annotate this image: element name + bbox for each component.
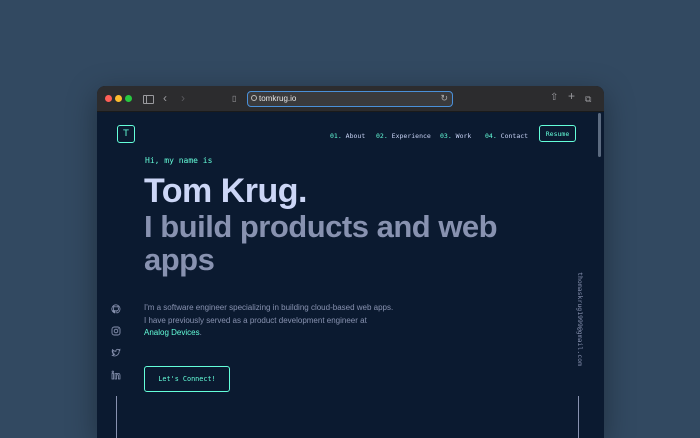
reader-icon[interactable]: ▯ [232,92,236,106]
analog-devices-link[interactable]: Analog Devices [144,328,200,337]
url-text: tomkrug.io [259,94,297,103]
nav-label: Contact [500,132,529,140]
nav-number: 04. [485,132,497,140]
bio-line: I have previously served as a product de… [144,315,367,325]
resume-button[interactable]: Resume [539,125,576,142]
share-icon[interactable]: ⇧ [550,91,558,105]
back-icon[interactable]: ‹ [163,91,167,105]
hero-name: Tom Krug. [144,172,307,210]
bio-line: Analog Devices. [144,327,464,340]
nav-number: 02. [376,132,388,140]
twitter-icon[interactable] [111,348,121,358]
address-bar[interactable]: tomkrug.io ↻ [247,91,453,107]
forward-icon[interactable]: › [181,91,185,105]
minimize-window-button[interactable] [115,95,122,102]
nav-about[interactable]: 01. About [330,132,365,140]
reload-icon[interactable]: ↻ [440,92,448,105]
email-link[interactable]: thomaskrug1999@gmail.com [574,272,584,366]
nav-number: 01. [330,132,342,140]
nav-experience[interactable]: 02. Experience [376,132,431,140]
zoom-window-button[interactable] [125,95,132,102]
github-icon[interactable] [111,304,121,314]
instagram-icon[interactable] [111,326,121,336]
nav-label: About [345,132,366,140]
page-scrollbar[interactable] [598,113,601,157]
nav-contact[interactable]: 04. Contact [485,132,528,140]
tab-overview-icon[interactable]: ⧉ [585,92,591,106]
site-logo[interactable]: T [117,125,135,143]
bio-period: . [199,328,202,337]
browser-window: ‹ › ▯ tomkrug.io ↻ ⇧ + ⧉ T 01. About 02.… [97,86,604,438]
web-page: T 01. About 02. Experience 03. Work 04. … [97,112,604,438]
bio-line: I'm a software engineer specializing in … [144,303,394,312]
hero-greeting: Hi, my name is [145,156,213,165]
social-divider-line [116,396,117,438]
new-tab-icon[interactable]: + [568,89,575,103]
lets-connect-button[interactable]: Let's Connect! [144,366,230,392]
linkedin-icon[interactable] [111,370,121,380]
browser-toolbar: ‹ › ▯ tomkrug.io ↻ ⇧ + ⧉ [97,86,604,112]
nav-label: Work [455,132,472,140]
hero-tagline: I build products and web apps [144,209,498,277]
sidebar-toggle-icon[interactable] [143,95,154,104]
nav-label: Experience [391,132,431,140]
email-divider-line [578,396,579,438]
close-window-button[interactable] [105,95,112,102]
hero-bio: I'm a software engineer specializing in … [144,302,464,340]
nav-number: 03. [440,132,452,140]
nav-work[interactable]: 03. Work [440,132,471,140]
globe-icon [251,95,257,101]
